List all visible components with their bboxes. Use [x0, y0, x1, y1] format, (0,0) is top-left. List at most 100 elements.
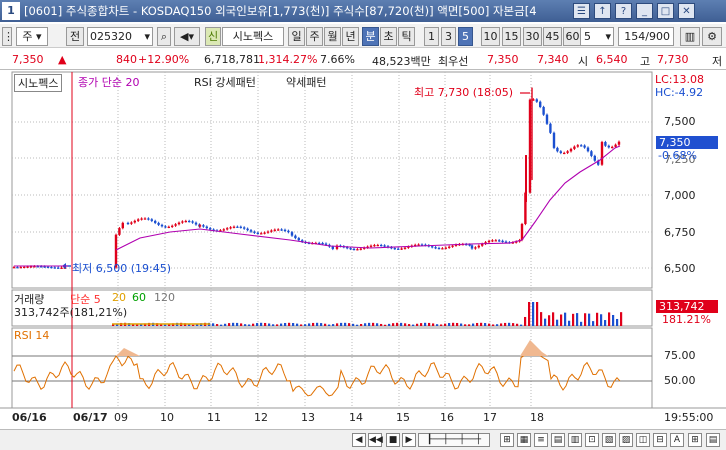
volume-bar [540, 312, 543, 326]
candle-body [226, 228, 229, 230]
candle-body [263, 232, 266, 234]
vol-ma-20[interactable]: 20 [112, 291, 126, 304]
candle-body [160, 224, 164, 227]
font-icon[interactable]: A [670, 433, 684, 447]
tool-3-icon[interactable]: ≡ [534, 433, 548, 447]
candle-body [283, 229, 287, 231]
volume-bar [232, 322, 235, 326]
candle-body [494, 240, 497, 242]
volume-bar [576, 313, 579, 326]
candle-body [487, 240, 491, 243]
candle-body [520, 224, 524, 241]
candle-body [403, 247, 407, 249]
candle-body [184, 220, 187, 223]
tool-13-icon[interactable]: ▤ [706, 433, 720, 447]
candle-body [177, 222, 181, 225]
tool-10-icon[interactable]: ⊟ [653, 433, 667, 447]
volume-bar [432, 323, 435, 326]
volume-bar [400, 322, 403, 326]
current-price-badge: 7,350 [656, 136, 718, 149]
vol-ma-60[interactable]: 60 [132, 291, 146, 304]
rsi-tick-75: 75.00 [664, 349, 696, 362]
candle-body [569, 148, 573, 152]
tool-12-icon[interactable]: ⊞ [688, 433, 702, 447]
volume-bar [496, 324, 499, 326]
range-slider[interactable]: ┠──┼──┼──┼ [418, 433, 490, 447]
volume-bar [548, 315, 551, 326]
candle-body [573, 146, 576, 149]
play-icon[interactable]: ▶ [402, 433, 416, 447]
x-label-17: 17 [483, 411, 497, 424]
candle-body [383, 245, 386, 247]
volume-bar [136, 324, 139, 326]
candle-body [297, 238, 300, 241]
volume-bar [268, 323, 271, 326]
stop-icon[interactable]: ■ [386, 433, 400, 447]
x-label-15: 15 [396, 411, 410, 424]
candle-body [143, 218, 147, 220]
volume-bar [360, 323, 363, 326]
volume-bar [252, 323, 255, 326]
candle-body [19, 267, 22, 269]
candle-body [583, 145, 586, 148]
candle-body [280, 229, 283, 231]
candle-body [563, 152, 566, 155]
volume-bar [464, 324, 467, 326]
tool-5-icon[interactable]: ▥ [568, 433, 582, 447]
candle-body [580, 145, 583, 147]
volume-bar [356, 324, 359, 326]
tool-7-icon[interactable]: ▧ [602, 433, 616, 447]
x-label-0616: 06/16 [12, 411, 47, 424]
volume-bar [404, 323, 407, 326]
candle-body [349, 248, 352, 250]
candle-body [253, 231, 256, 233]
volume-bar [556, 319, 559, 326]
ma-label[interactable]: 종가 단순 20 [78, 74, 139, 90]
candle-body [501, 240, 504, 242]
stock-chart[interactable] [0, 0, 726, 450]
candle-body [359, 248, 362, 250]
candle-body [198, 225, 202, 227]
zoom-out-icon[interactable]: ◀ [352, 433, 366, 447]
tool-8-icon[interactable]: ▨ [619, 433, 633, 447]
volume-bar [516, 323, 519, 326]
x-label-16: 16 [440, 411, 454, 424]
volume-bar [600, 314, 603, 326]
candle-body [369, 245, 373, 247]
volume-bar [384, 324, 387, 326]
y-tick-7000: 7,000 [664, 189, 696, 202]
volume-bar [244, 324, 247, 326]
candle-body [604, 142, 607, 146]
candle-body [576, 145, 579, 147]
candle-body [222, 229, 225, 231]
candle-body [140, 218, 143, 220]
volume-bar [440, 324, 443, 326]
tool-4-icon[interactable]: ▤ [551, 433, 565, 447]
tool-9-icon[interactable]: ◫ [636, 433, 650, 447]
tool-1-icon[interactable]: ⊞ [500, 433, 514, 447]
rsi-title[interactable]: RSI 14 [14, 329, 49, 342]
volume-bar [544, 318, 547, 326]
tool-6-icon[interactable]: ⊡ [585, 433, 599, 447]
scroll-left-icon[interactable]: ◀◀ [368, 433, 383, 447]
candle-body [23, 266, 26, 269]
candle-body [270, 230, 273, 232]
rsi-weak-label[interactable]: 약세패턴 [286, 74, 326, 90]
volume-bar [588, 313, 591, 326]
price-panel-frame [11, 71, 653, 289]
tool-2-icon[interactable]: ▦ [517, 433, 531, 447]
volume-bar [352, 323, 355, 326]
vol-ma-120[interactable]: 120 [154, 291, 175, 304]
volume-bar [476, 322, 479, 326]
candle-body [397, 248, 400, 250]
high-note: 최고 7,730 (18:05) [414, 86, 514, 99]
candle-body [246, 228, 249, 231]
volume-bar [256, 323, 259, 326]
rsi-pattern-label[interactable]: RSI 강세패턴 [194, 74, 256, 90]
volume-bar [472, 323, 475, 326]
candle-body [249, 230, 253, 232]
y-tick-6750: 6,750 [664, 226, 696, 239]
candle-body [437, 247, 441, 250]
stock-name-label[interactable]: 시노펙스 [14, 74, 63, 92]
candle-body [150, 219, 153, 221]
